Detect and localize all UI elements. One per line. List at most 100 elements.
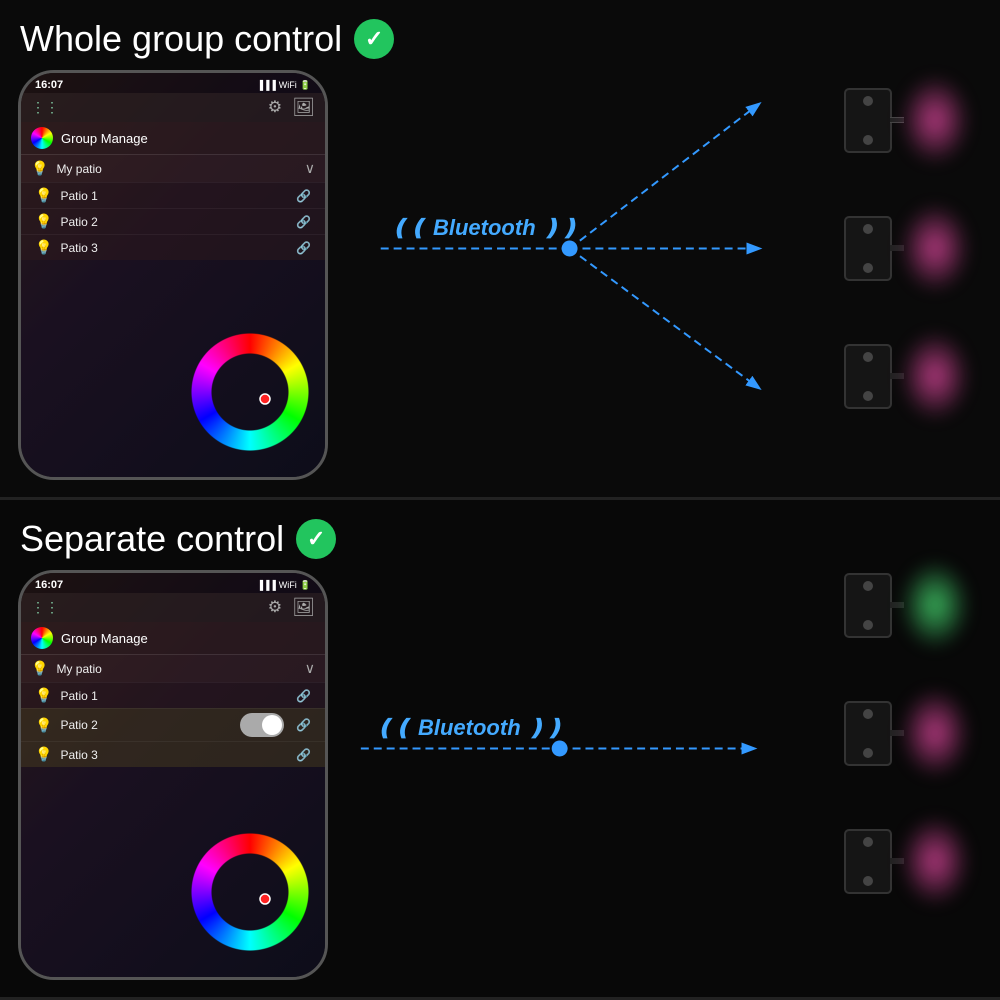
bottom-title-area: Separate control ✓ (20, 518, 336, 560)
top-color-wheel-svg (185, 327, 315, 457)
top-patio2-link: 🔗 (296, 215, 311, 229)
top-topbar-right: ⚙ 🖼 (268, 97, 315, 118)
top-device-strip-2 (844, 216, 892, 281)
top-check-badge: ✓ (354, 19, 394, 59)
top-bolt-top-2 (863, 224, 873, 234)
bottom-device-strip-3 (844, 829, 892, 894)
bottom-patio2-label: Patio 2 (60, 718, 232, 732)
top-device-2 (844, 203, 970, 293)
top-chevron-icon: ∨ (305, 160, 315, 177)
top-devices-container (844, 75, 970, 421)
top-patio1-link: 🔗 (296, 189, 311, 203)
bottom-device-1 (844, 560, 970, 650)
bottom-bolt-top-2 (863, 709, 873, 719)
top-device-3 (844, 331, 970, 421)
bottom-device-3 (844, 816, 970, 906)
top-patio3-bulb: 💡 (35, 239, 52, 256)
top-color-circle (31, 127, 53, 149)
bottom-patio1-link: 🔗 (296, 689, 311, 703)
bottom-status-bar: 16:07 ▐▐▐ WiFi 🔋 (21, 573, 325, 593)
top-group-label: Group Manage (61, 131, 315, 146)
bottom-patio2-toggle[interactable] (240, 713, 284, 737)
top-bolt-bot-1 (863, 135, 873, 145)
top-status-time: 16:07 (35, 79, 63, 91)
bottom-bolt-top-3 (863, 837, 873, 847)
bottom-app-topbar: ⋮⋮ ⚙ 🖼 (21, 593, 325, 622)
top-app-topbar: ⋮⋮ ⚙ 🖼 (21, 93, 325, 122)
bottom-chevron-icon: ∨ (305, 660, 315, 677)
bottom-bolt-bot-2 (863, 748, 873, 758)
top-glow-1 (900, 75, 970, 165)
bottom-patio3-bulb: 💡 (35, 746, 52, 763)
bottom-devices-container (844, 560, 970, 906)
top-bolt-top-3 (863, 352, 873, 362)
bottom-bulb-icon: 💡 (31, 660, 48, 677)
top-patio1-row[interactable]: 💡 Patio 1 🔗 (21, 182, 325, 208)
bottom-patio1-row[interactable]: 💡 Patio 1 🔗 (21, 682, 325, 708)
bottom-my-patio-row[interactable]: 💡 My patio ∨ (21, 654, 325, 682)
bottom-patio3-link: 🔗 (296, 748, 311, 762)
bottom-patio1-label: Patio 1 (60, 689, 288, 703)
bottom-image-icon: 🖼 (292, 597, 315, 618)
top-bulb-icon: 💡 (31, 160, 48, 177)
top-bolt-bot-2 (863, 263, 873, 273)
top-dot-grid-icon: ⋮⋮ (31, 99, 59, 116)
top-title-area: Whole group control ✓ (20, 18, 394, 60)
top-phone-screen: 16:07 ▐▐▐ WiFi 🔋 ⋮⋮ ⚙ 🖼 (21, 73, 325, 477)
bottom-patio2-row[interactable]: 💡 Patio 2 🔗 (21, 708, 325, 741)
top-bolt-bot-3 (863, 391, 873, 401)
top-panel-title: Whole group control (20, 18, 342, 60)
bottom-check-badge: ✓ (296, 519, 336, 559)
bottom-group-row[interactable]: Group Manage (21, 622, 325, 654)
bottom-glow-2 (900, 688, 970, 778)
top-patio2-row[interactable]: 💡 Patio 2 🔗 (21, 208, 325, 234)
top-image-icon: 🖼 (292, 97, 315, 118)
bottom-bolt-top-1 (863, 581, 873, 591)
bottom-panel-title: Separate control (20, 518, 284, 560)
bottom-group-label: Group Manage (61, 631, 315, 646)
top-status-bar: 16:07 ▐▐▐ WiFi 🔋 (21, 73, 325, 93)
top-device-strip-1 (844, 88, 892, 153)
bottom-status-icons: ▐▐▐ WiFi 🔋 (257, 580, 311, 591)
bottom-panel: Separate control ✓ 16:07 ▐▐▐ WiFi 🔋 (0, 500, 1000, 1000)
top-device-1 (844, 75, 970, 165)
top-phone-mockup: 16:07 ▐▐▐ WiFi 🔋 ⋮⋮ ⚙ 🖼 (18, 70, 328, 480)
bottom-patio2-bulb: 💡 (35, 717, 52, 734)
top-patio2-bulb: 💡 (35, 213, 52, 230)
bottom-status-time: 16:07 (35, 579, 63, 591)
bottom-my-patio-label: My patio (56, 662, 296, 676)
top-patio3-link: 🔗 (296, 241, 311, 255)
bottom-patio2-toggle-knob (262, 715, 282, 735)
bottom-patio3-row[interactable]: 💡 Patio 3 🔗 (21, 741, 325, 767)
bottom-phone-screen: 16:07 ▐▐▐ WiFi 🔋 ⋮⋮ ⚙ 🖼 (21, 573, 325, 977)
top-patio1-label: Patio 1 (60, 189, 288, 203)
bottom-device-strip-2 (844, 701, 892, 766)
bottom-bolt-bot-3 (863, 876, 873, 886)
bottom-color-circle (31, 627, 53, 649)
bottom-device-2 (844, 688, 970, 778)
top-status-icons: ▐▐▐ WiFi 🔋 (257, 80, 311, 91)
top-bluetooth-label: ❪❪ Bluetooth ❫❫ (390, 215, 579, 241)
bottom-glow-3 (900, 816, 970, 906)
bottom-phone-mockup: 16:07 ▐▐▐ WiFi 🔋 ⋮⋮ ⚙ 🖼 (18, 570, 328, 980)
bottom-device-strip-1 (844, 573, 892, 638)
top-patio3-row[interactable]: 💡 Patio 3 🔗 (21, 234, 325, 260)
bottom-color-wheel-svg (185, 827, 315, 957)
top-bolt-top-1 (863, 96, 873, 106)
bottom-patio3-label: Patio 3 (60, 748, 288, 762)
bottom-patio1-bulb: 💡 (35, 687, 52, 704)
top-patio1-bulb: 💡 (35, 187, 52, 204)
top-phone-frame: 16:07 ▐▐▐ WiFi 🔋 ⋮⋮ ⚙ 🖼 (18, 70, 328, 480)
bottom-topbar-right: ⚙ 🖼 (268, 597, 315, 618)
top-my-patio-row[interactable]: 💡 My patio ∨ (21, 154, 325, 182)
top-group-row[interactable]: Group Manage (21, 122, 325, 154)
bottom-phone-frame: 16:07 ▐▐▐ WiFi 🔋 ⋮⋮ ⚙ 🖼 (18, 570, 328, 980)
bottom-bluetooth-label: ❪❪ Bluetooth ❫❫ (375, 715, 564, 741)
top-color-wheel (185, 327, 315, 457)
bottom-gear-icon: ⚙ (268, 597, 282, 618)
top-glow-2 (900, 203, 970, 293)
top-panel: Whole group control ✓ 16:07 ▐▐▐ WiFi 🔋 (0, 0, 1000, 500)
bottom-patio2-link: 🔗 (296, 718, 311, 732)
bottom-glow-1 (900, 560, 970, 650)
top-glow-3 (900, 331, 970, 421)
